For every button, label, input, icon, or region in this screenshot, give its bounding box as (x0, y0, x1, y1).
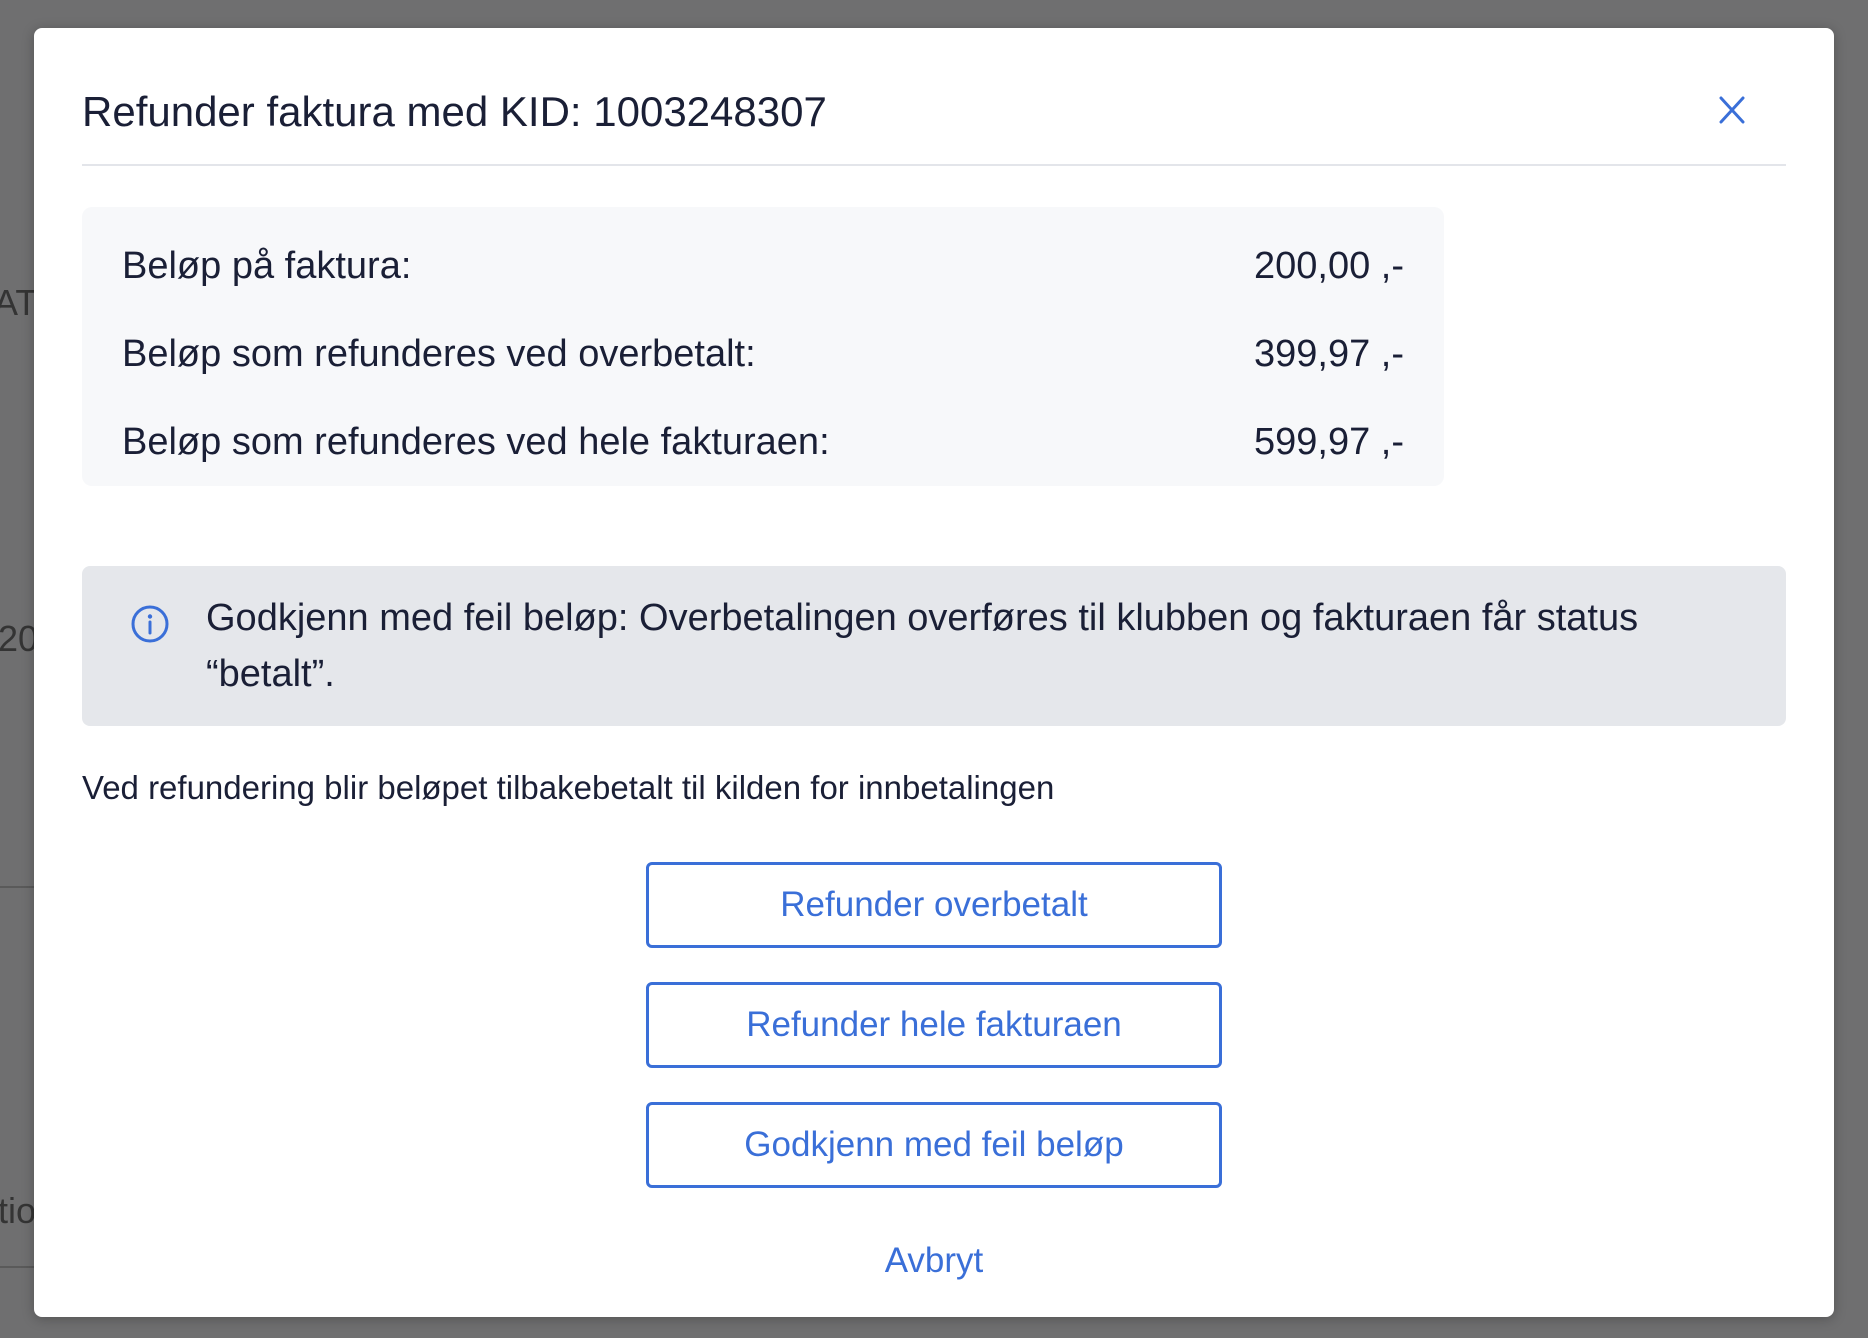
summary-value: 599,97 ,- (1254, 420, 1404, 463)
modal-header: Refunder faktura med KID: 1003248307 (82, 28, 1786, 166)
summary-value: 399,97 ,- (1254, 332, 1404, 375)
summary-row-invoice-amount: Beløp på faktura: 200,00 ,- (122, 241, 1404, 291)
info-notice: Godkjenn med feil beløp: Overbetalingen … (82, 566, 1786, 726)
backdrop-divider (0, 886, 34, 888)
backdrop-text-fragment: tio (0, 1190, 37, 1231)
summary-label: Beløp som refunderes ved hele fakturaen: (122, 420, 830, 463)
close-icon (1719, 96, 1745, 124)
modal-title: Refunder faktura med KID: 1003248307 (82, 88, 827, 135)
info-icon (131, 605, 169, 643)
info-text: Godkjenn med feil beløp: Overbetalingen … (206, 597, 1639, 695)
summary-label: Beløp på faktura: (122, 244, 412, 287)
cancel-link[interactable]: Avbryt (646, 1236, 1222, 1286)
close-button[interactable] (1706, 84, 1758, 136)
refund-overpaid-button[interactable]: Refunder overbetalt (646, 862, 1222, 948)
refund-note: Ved refundering blir beløpet tilbakebeta… (82, 769, 1055, 806)
approve-wrong-amount-button[interactable]: Godkjenn med feil beløp (646, 1102, 1222, 1188)
backdrop-text-fragment: AT (0, 282, 38, 323)
refund-full-invoice-button[interactable]: Refunder hele fakturaen (646, 982, 1222, 1068)
amount-summary: Beløp på faktura: 200,00 ,- Beløp som re… (82, 207, 1444, 486)
backdrop-divider (0, 1266, 34, 1268)
backdrop-text-fragment: 20 (0, 618, 39, 659)
summary-row-overpaid-refund: Beløp som refunderes ved overbetalt: 399… (122, 329, 1404, 379)
refund-modal: Refunder faktura med KID: 1003248307 Bel… (34, 28, 1834, 1317)
summary-label: Beløp som refunderes ved overbetalt: (122, 332, 756, 375)
summary-row-full-refund: Beløp som refunderes ved hele fakturaen:… (122, 417, 1404, 467)
summary-value: 200,00 ,- (1254, 244, 1404, 287)
